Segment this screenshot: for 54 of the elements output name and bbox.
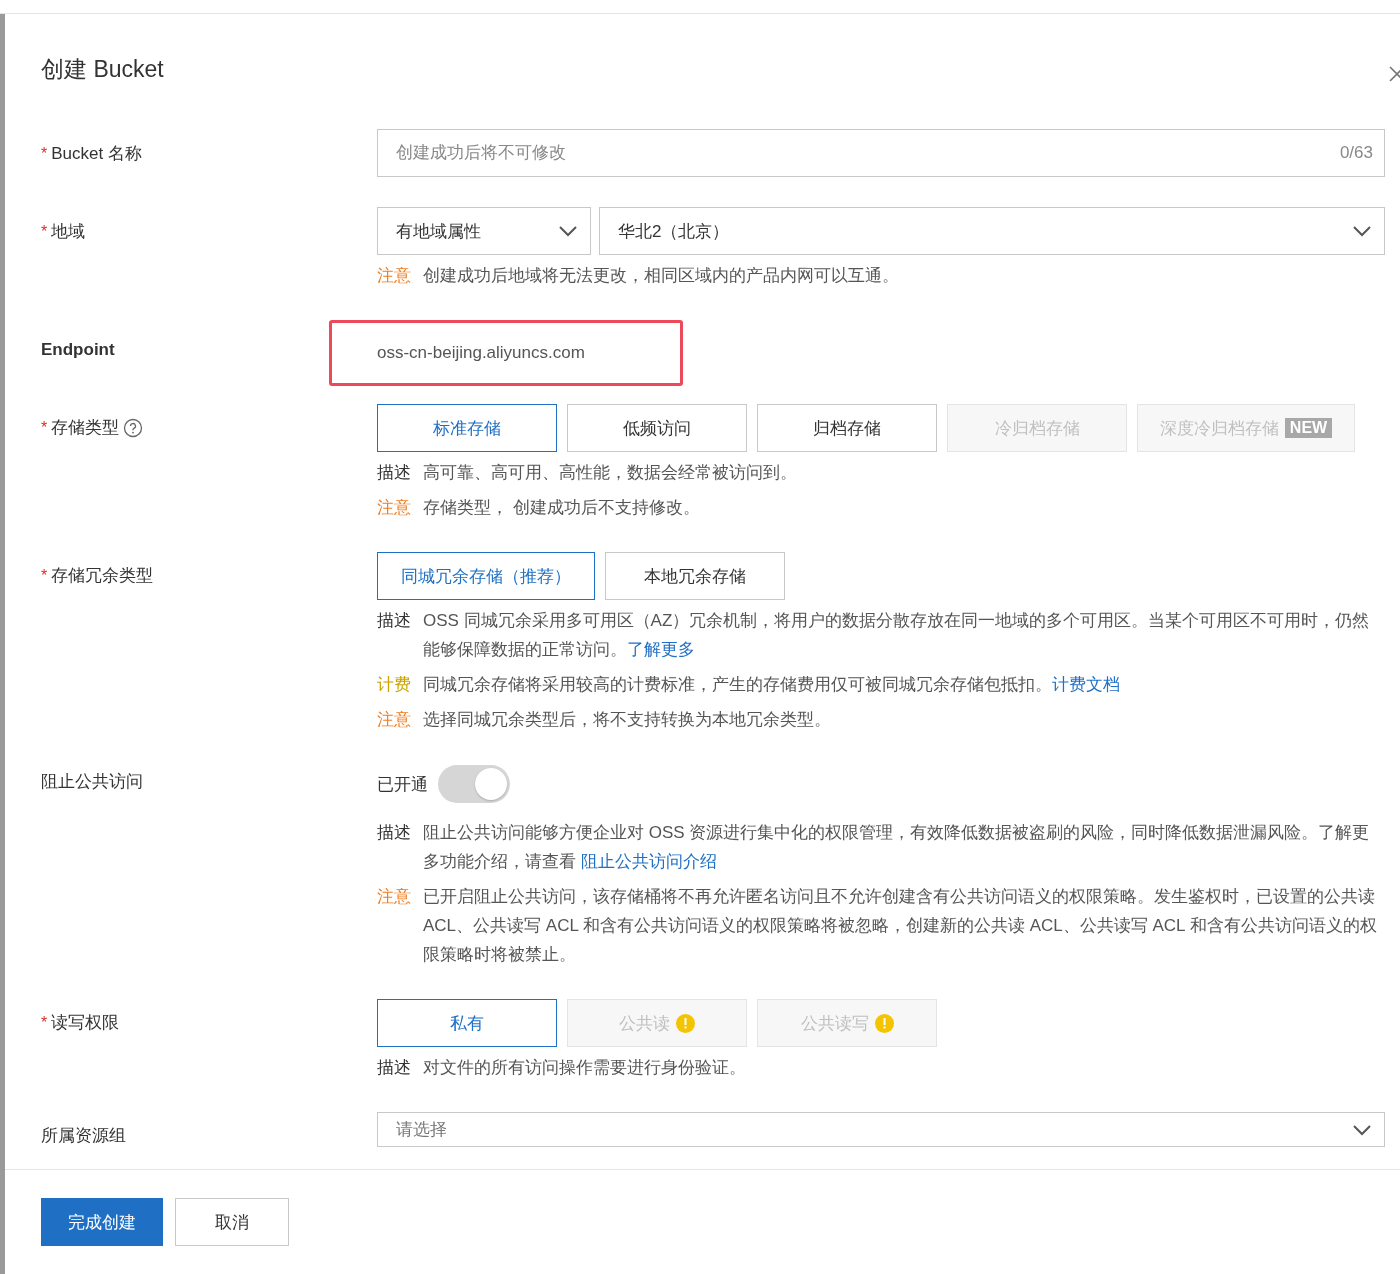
note-text: 同城冗余存储将采用较高的计费标准，产生的存储费用仅可被同城冗余存储包抵扣。计费文档 xyxy=(423,674,1120,696)
note-text: 已开启阻止公共访问，该存储桶将不再允许匿名访问且不允许创建含有公共访问语义的权限策略。发生鉴权时，已设置的公共读 ACL、公共读写 ACL 和含有公共访问语义的权限策略将被忽略，创建新的公共读 ACL、公共读写 ACL 和含有公共访问语义的权限策略时将被禁止。 xyxy=(423,886,1378,966)
region-select[interactable]: 有地域属性 xyxy=(377,207,591,255)
required-mark: * xyxy=(41,222,48,241)
option-button[interactable]: 归档存储 xyxy=(757,404,937,452)
new-badge: NEW xyxy=(1284,418,1333,438)
required-mark: * xyxy=(41,144,48,163)
note-label: 描述 xyxy=(377,462,411,484)
note-label: 描述 xyxy=(377,610,411,632)
note-label: 注意 xyxy=(377,709,411,731)
cancel-button[interactable]: 取消 xyxy=(175,1198,289,1246)
note-text: 对文件的所有访问操作需要进行身份验证。 xyxy=(423,1057,746,1079)
help-link[interactable]: 计费文档 xyxy=(1052,675,1120,694)
required-mark: * xyxy=(41,1013,48,1032)
field-label: 阻止公共访问 xyxy=(41,771,143,793)
option-button[interactable]: 同城冗余存储（推荐） xyxy=(377,552,595,600)
field-label: 地域 xyxy=(51,221,86,243)
chevron-down-icon xyxy=(558,225,578,237)
region-select[interactable]: 华北2（北京） xyxy=(599,207,1385,255)
field-label: Bucket 名称 xyxy=(51,143,142,165)
note-label: 注意 xyxy=(377,497,411,519)
required-mark: * xyxy=(41,566,48,585)
field-label: 所属资源组 xyxy=(41,1125,126,1147)
option-button[interactable]: 私有 xyxy=(377,999,557,1047)
field-label: 存储冗余类型 xyxy=(51,565,154,587)
note-text: 存储类型， 创建成功后不支持修改。 xyxy=(423,497,700,519)
help-link[interactable]: 了解更多 xyxy=(627,640,695,659)
chevron-down-icon xyxy=(1352,225,1372,237)
resource-group-select[interactable]: 请选择 xyxy=(377,1112,1385,1147)
option-button[interactable]: 本地冗余存储 xyxy=(605,552,785,600)
option-button[interactable]: 标准存储 xyxy=(377,404,557,452)
note-label: 描述 xyxy=(377,1057,411,1079)
note-text: 阻止公共访问能够方便企业对 OSS 资源进行集中化的权限管理，有效降低数据被盗刷的风险，同时降低数据泄漏风险。了解更多功能介绍，请查看 阻止公共访问介绍 xyxy=(423,822,1371,873)
char-counter: 0/63 xyxy=(1339,143,1373,163)
close-icon[interactable] xyxy=(1388,64,1400,84)
note-label: 注意 xyxy=(377,265,411,287)
note-label: 注意 xyxy=(377,886,411,908)
note-text: 创建成功后地域将无法更改，相同区域内的产品内网可以互通。 xyxy=(423,265,899,287)
note-label: 描述 xyxy=(377,822,411,844)
option-button[interactable]: 低频访问 xyxy=(567,404,747,452)
submit-button[interactable]: 完成创建 xyxy=(41,1198,163,1246)
dialog-title: 创建 Bucket xyxy=(41,55,164,84)
switch-state: 已开通 xyxy=(377,773,428,796)
note-text: 高可靠、高可用、高性能，数据会经常被访问到。 xyxy=(423,462,797,484)
field-label: 读写权限 xyxy=(51,1012,120,1034)
note-label: 计费 xyxy=(377,674,411,696)
required-mark: * xyxy=(41,418,48,437)
note-text: OSS 同城冗余采用多可用区（AZ）冗余机制，将用户的数据分散存放在同一地域的多个可用区。当某个可用区不可用时，仍然能够保障数据的正常访问。了解更多 xyxy=(423,610,1371,661)
note-text: 选择同城冗余类型后，将不支持转换为本地冗余类型。 xyxy=(423,709,831,731)
endpoint-value: oss-cn-beijing.aliyuncs.com xyxy=(377,343,585,363)
help-icon[interactable] xyxy=(123,417,144,438)
field-label: Endpoint xyxy=(41,340,115,360)
field-label: 存储类型 xyxy=(51,417,120,439)
chevron-down-icon xyxy=(1352,1123,1372,1136)
